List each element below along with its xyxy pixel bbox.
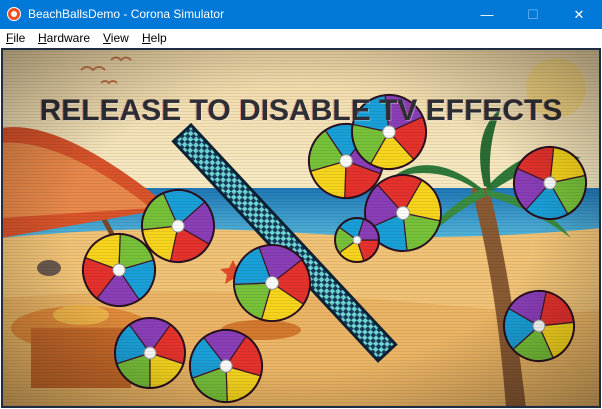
window-title: BeachBallsDemo - Corona Simulator <box>28 7 225 21</box>
menu-view[interactable]: View <box>103 31 129 45</box>
beach-ball-icon[interactable] <box>114 317 186 389</box>
menu-hardware[interactable]: Hardware <box>38 31 90 45</box>
corona-app-icon <box>7 7 21 21</box>
minimize-button[interactable]: — <box>464 0 510 29</box>
menu-file[interactable]: File <box>6 31 25 45</box>
beach-ball-icon[interactable] <box>334 217 380 263</box>
menu-help[interactable]: Help <box>142 31 167 45</box>
rock <box>37 260 61 276</box>
close-button[interactable]: ✕ <box>556 0 602 29</box>
maximize-button[interactable]: ☐ <box>510 0 556 29</box>
menu-bar: File Hardware View Help <box>0 29 602 48</box>
tv-effects-overlay-text: RELEASE TO DISABLE TV EFFECTS <box>39 94 563 127</box>
simulator-viewport[interactable]: RELEASE TO DISABLE TV EFFECTS <box>1 48 601 408</box>
title-bar: BeachBallsDemo - Corona Simulator — ☐ ✕ <box>0 0 602 29</box>
